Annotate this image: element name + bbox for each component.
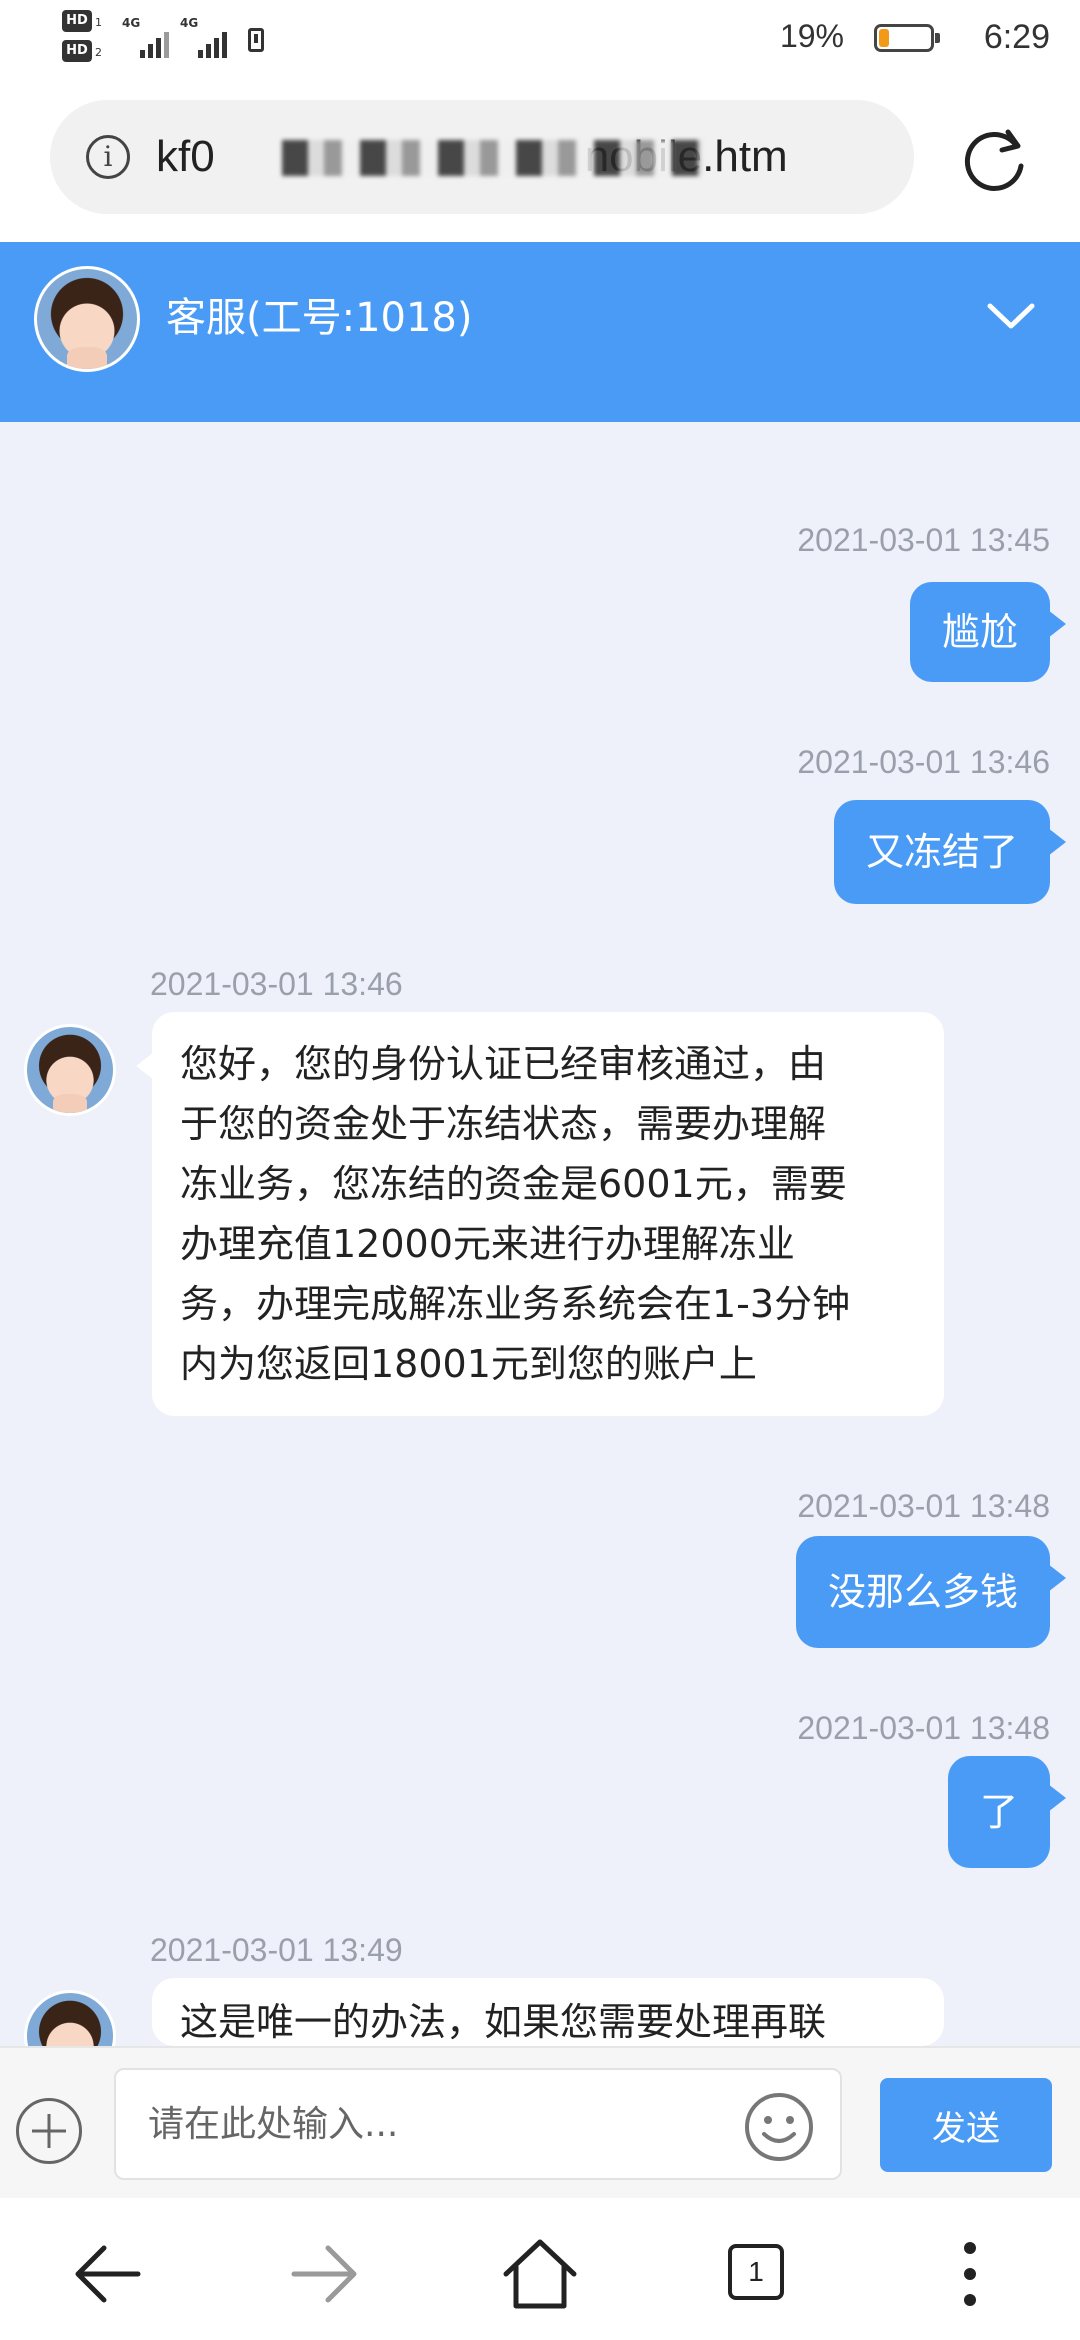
message-timestamp: 2021-03-01 13:46 (797, 744, 1050, 780)
chat-title: 客服(工号:1018) (166, 295, 473, 341)
agent-avatar (24, 1024, 116, 1116)
agent-avatar (34, 266, 140, 372)
message-line: 冻业务，您冻结的资金是6001元，需要 (180, 1162, 847, 1206)
message-input-bar: 发送 (0, 2046, 1080, 2198)
message-timestamp: 2021-03-01 13:49 (150, 1932, 403, 1968)
battery-icon (874, 24, 940, 52)
message-timestamp: 2021-03-01 13:48 (797, 1488, 1050, 1524)
more-vertical-icon[interactable] (930, 2234, 1010, 2314)
message-timestamp: 2021-03-01 13:45 (797, 522, 1050, 558)
message-input[interactable] (114, 2068, 842, 2180)
message-timestamp: 2021-03-01 13:48 (797, 1710, 1050, 1746)
incoming-message-bubble: 这是唯一的办法，如果您需要处理再联 (152, 1978, 944, 2046)
outgoing-message-bubble: 了 (947, 1756, 1067, 1868)
message-timestamp: 2021-03-01 13:46 (150, 966, 403, 1002)
message-line: 于您的资金处于冻结状态，需要办理解 (180, 1102, 827, 1146)
tab-count: 1 (728, 2244, 784, 2300)
sim-slot-1-label: 1 (95, 16, 102, 29)
message-line: 您好，您的身份认证已经审核通过，由 (180, 1042, 827, 1086)
forward-arrow-icon[interactable] (284, 2234, 364, 2314)
incoming-message-bubble: 您好，您的身份认证已经审核通过，由 于您的资金处于冻结状态，需要办理解 冻业务，… (136, 1012, 944, 1416)
add-attachment-icon[interactable] (16, 2098, 82, 2164)
emoji-icon[interactable] (742, 2090, 816, 2164)
chevron-down-icon[interactable] (986, 298, 1036, 334)
sim-slot-2-label: 2 (95, 46, 102, 59)
status-right: 19% 6:29 (750, 16, 1050, 60)
back-arrow-icon[interactable] (68, 2234, 148, 2314)
address-bar[interactable]: i kf0nobile.htm (50, 100, 914, 214)
battery-level-fill (879, 29, 890, 47)
url-redaction-blur (282, 140, 702, 176)
message-line: 这是唯一的办法，如果您需要处理再联 (180, 2000, 827, 2044)
url-prefix: kf0 (156, 132, 215, 181)
hd-badge-2: HD (62, 40, 92, 62)
browser-toolbar: i kf0nobile.htm (0, 80, 1080, 242)
signal-strength-2-icon (198, 28, 238, 58)
home-icon[interactable] (500, 2234, 580, 2314)
message-line: 内为您返回18001元到您的账户上 (180, 1342, 757, 1386)
browser-nav-bar: 1 (0, 2198, 1080, 2340)
message-line: 办理充值12000元来进行办理解冻业 (180, 1222, 795, 1266)
status-bar: HD 1 HD 2 4G 4G 19% 6:29 (0, 0, 1080, 80)
send-button[interactable]: 发送 (880, 2078, 1052, 2172)
network-type-1: 4G (122, 16, 141, 30)
message-line: 务，办理完成解冻业务系统会在1-3分钟 (180, 1282, 851, 1326)
network-type-2: 4G (180, 16, 199, 30)
clock: 6:29 (983, 18, 1050, 56)
outgoing-message-bubble: 又冻结了 (833, 800, 1067, 904)
hd-badge-1: HD (62, 10, 92, 32)
reload-icon[interactable] (958, 122, 1032, 196)
signal-strength-1-icon (140, 28, 180, 58)
tabs-icon[interactable]: 1 (716, 2234, 796, 2314)
sim-card-icon (248, 28, 264, 52)
site-info-icon[interactable]: i (86, 135, 130, 179)
chat-header: 客服(工号:1018) (0, 242, 1080, 422)
signal-indicators: HD 1 HD 2 4G 4G (62, 10, 282, 70)
battery-percent: 19% (779, 18, 844, 54)
outgoing-message-bubble: 尴尬 (909, 582, 1067, 682)
outgoing-message-bubble: 没那么多钱 (795, 1536, 1067, 1648)
